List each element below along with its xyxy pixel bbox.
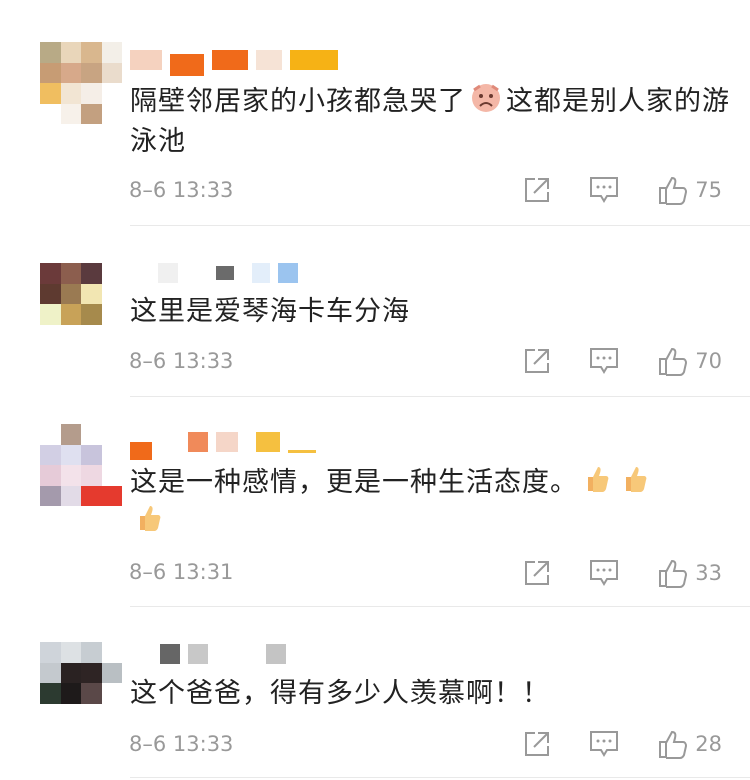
divider xyxy=(130,777,750,778)
comment-actions: 28 xyxy=(485,728,722,760)
like-button[interactable]: 28 xyxy=(657,728,722,760)
avatar[interactable] xyxy=(40,42,122,124)
comment-button[interactable] xyxy=(589,346,619,376)
comment-text: 这是一种感情，更是一种生活态度。 xyxy=(130,463,730,503)
thumbs-up-icon xyxy=(659,559,688,588)
avatar[interactable] xyxy=(40,424,122,506)
divider xyxy=(130,606,750,607)
comment-button[interactable] xyxy=(589,729,619,759)
comment-icon xyxy=(590,348,619,374)
divider xyxy=(130,396,750,397)
comment-icon xyxy=(590,560,619,586)
sad-face-emoji-icon xyxy=(472,84,500,112)
comment-icon xyxy=(590,177,619,203)
share-icon xyxy=(525,349,550,373)
username-redacted[interactable] xyxy=(130,44,346,76)
like-button[interactable]: 70 xyxy=(657,345,722,377)
like-count: 75 xyxy=(695,178,722,202)
username-redacted[interactable] xyxy=(130,644,294,664)
username-redacted[interactable] xyxy=(130,424,324,460)
share-button[interactable] xyxy=(523,730,551,758)
comment-actions: 33 xyxy=(485,557,722,589)
divider xyxy=(130,225,750,226)
like-button[interactable]: 75 xyxy=(657,174,722,206)
thumbs-up-icon xyxy=(659,347,688,376)
comment-button[interactable] xyxy=(589,175,619,205)
comment-button[interactable] xyxy=(589,558,619,588)
like-count: 33 xyxy=(695,561,722,585)
thumbs-up-icon xyxy=(659,176,688,205)
avatar[interactable] xyxy=(40,642,122,724)
share-button[interactable] xyxy=(523,176,551,204)
share-button[interactable] xyxy=(523,347,551,375)
thumbs-up-emoji-icon xyxy=(140,506,161,531)
comment-actions: 75 xyxy=(485,174,722,206)
username-redacted[interactable] xyxy=(130,263,306,283)
comment-icon xyxy=(590,731,619,757)
comment-time: 8–6 13:31 xyxy=(129,560,234,584)
thumbs-up-icon xyxy=(659,730,688,759)
thumbs-up-emoji-icon xyxy=(626,467,647,492)
comment-actions: 70 xyxy=(485,345,722,377)
comment-time: 8–6 13:33 xyxy=(129,732,234,756)
comment-time: 8–6 13:33 xyxy=(129,349,234,373)
share-icon xyxy=(525,178,550,202)
thumbs-up-emoji-icon xyxy=(588,467,609,492)
share-icon xyxy=(525,732,550,756)
like-button[interactable]: 33 xyxy=(657,557,722,589)
comment-text: 这个爸爸，得有多少人羡慕啊！！ xyxy=(130,678,550,709)
avatar[interactable] xyxy=(40,263,122,345)
comment-time: 8–6 13:33 xyxy=(129,178,234,202)
comment-text: 这里是爱琴海卡车分海 xyxy=(130,296,410,327)
share-button[interactable] xyxy=(523,559,551,587)
like-count: 70 xyxy=(695,349,722,373)
share-icon xyxy=(525,561,550,585)
comment-text: 隔壁邻居家的小孩都急哭了 这都是别人家的游泳池 xyxy=(130,80,730,162)
like-count: 28 xyxy=(695,732,722,756)
